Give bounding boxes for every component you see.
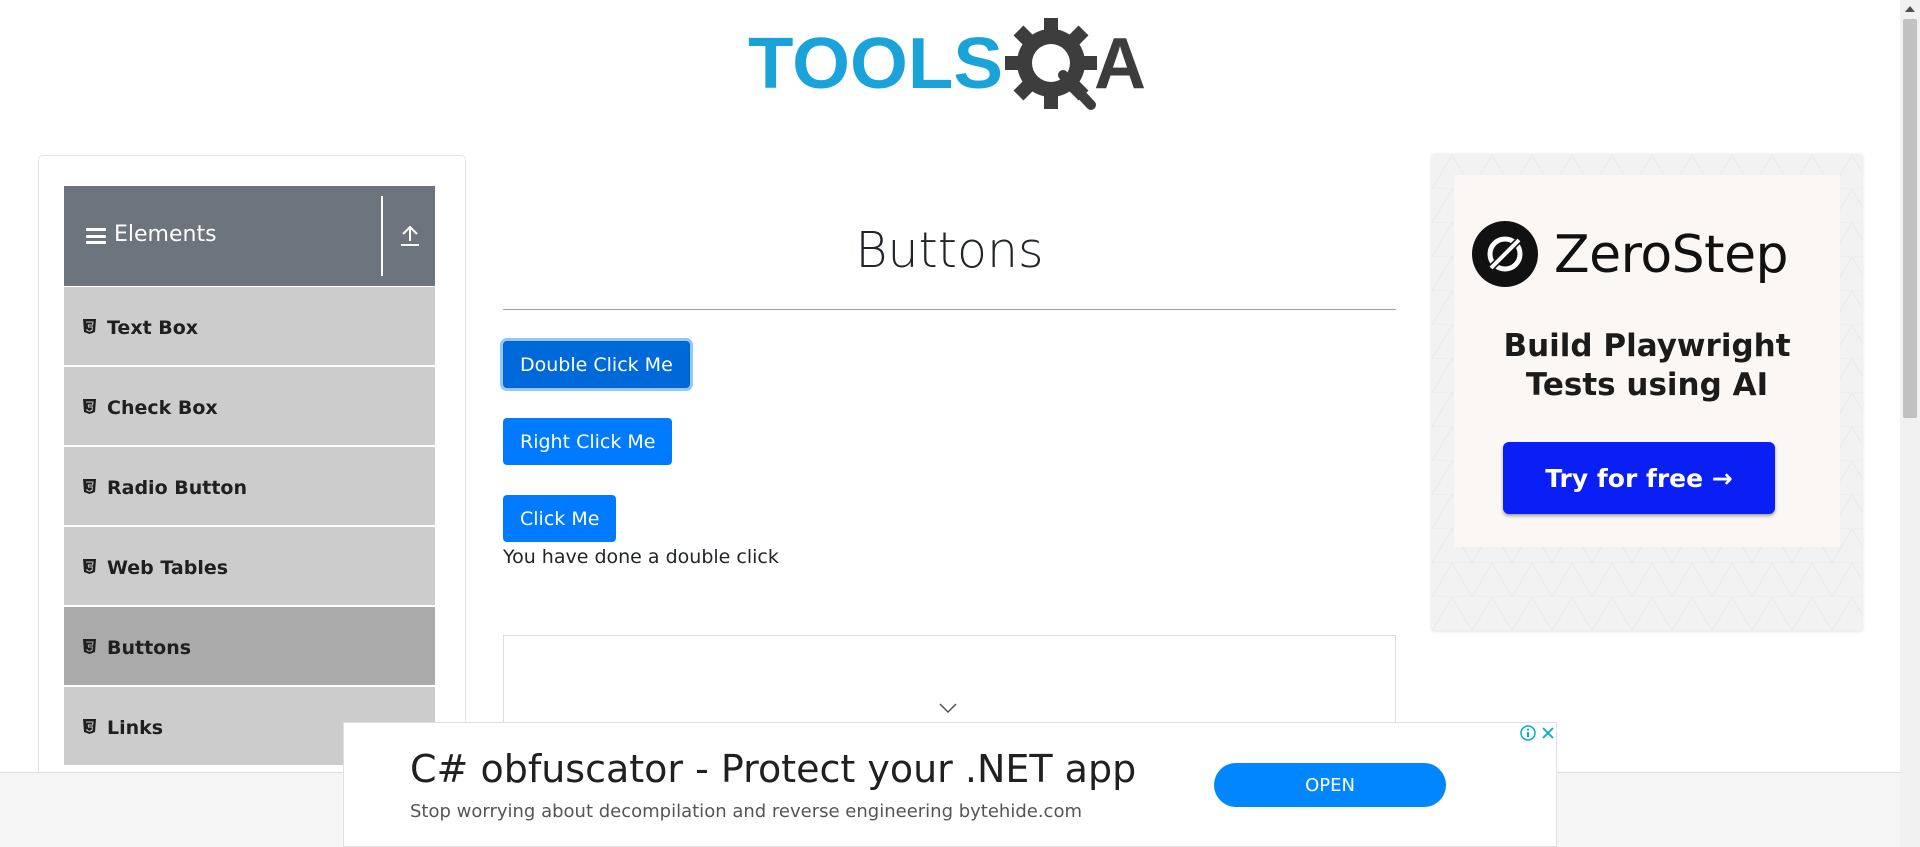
html5-icon [83,639,96,654]
sidebar-item-label: Text Box [107,317,199,339]
html5-icon [83,319,96,334]
ad-tagline-line1: Build Playwright [1503,328,1791,364]
sidebar-item-check-box[interactable]: Check Box [64,367,435,446]
html5-icon [83,399,96,414]
ad-tagline-line2: Tests using AI [1525,367,1769,403]
logo-text-a: A [1094,24,1146,104]
page-title: Buttons [855,222,1044,279]
double-click-button[interactable]: Double Click Me [503,341,690,388]
gear-icon [1005,18,1097,110]
sidebar-item-buttons[interactable]: Buttons [64,607,435,686]
right-click-button[interactable]: Right Click Me [503,418,673,465]
sidebar-item-label: Radio Button [107,477,247,499]
title-divider [503,309,1396,310]
try-for-free-button[interactable]: Try for free → [1503,442,1775,514]
ad-open-button[interactable]: OPEN [1214,763,1446,807]
sidebar-item-label: Buttons [107,637,192,659]
chevron-down-icon[interactable] [939,703,957,713]
hamburger-icon [86,228,106,244]
ad-subtext: Stop worrying about decompilation and re… [410,801,1083,822]
sidebar-item-label: Check Box [107,397,218,419]
click-me-button[interactable]: Click Me [503,495,617,542]
info-icon[interactable] [1518,723,1538,743]
ad-headline[interactable]: C# obfuscator - Protect your .NET app [410,747,1136,791]
double-click-message: You have done a double click [503,546,779,568]
toolsqa-logo[interactable]: TOOLS A [748,18,1153,113]
adchoices[interactable] [1518,723,1558,743]
zerostep-logo-icon [1472,221,1538,287]
html5-icon [83,479,96,494]
close-icon[interactable] [1538,723,1558,743]
scroll-up-arrow-icon[interactable] [1905,6,1915,12]
zerostep-ad[interactable]: ZeroStep Build Playwright Tests using AI… [1432,155,1862,631]
sidebar-item-text-box[interactable]: Text Box [64,287,435,366]
bottom-ad[interactable]: C# obfuscator - Protect your .NET app St… [343,722,1557,847]
scrollbar-thumb[interactable] [1903,19,1917,418]
ad-tagline: Build Playwright Tests using AI [1432,327,1862,405]
html5-icon [83,719,96,734]
sidebar-item-label: Web Tables [107,557,229,579]
html5-icon [83,559,96,574]
ad-brand: ZeroStep [1554,225,1789,285]
logo-text-tools: TOOLS [748,24,1003,104]
group-title: Elements [114,222,217,247]
sidebar-item-web-tables[interactable]: Web Tables [64,527,435,606]
sidebar-item-radio-button[interactable]: Radio Button [64,447,435,526]
header-divider [381,196,383,276]
sidebar-item-label: Links [107,717,164,739]
elements-group-header[interactable]: Elements [64,186,435,286]
collapse-up-icon[interactable] [399,224,421,248]
